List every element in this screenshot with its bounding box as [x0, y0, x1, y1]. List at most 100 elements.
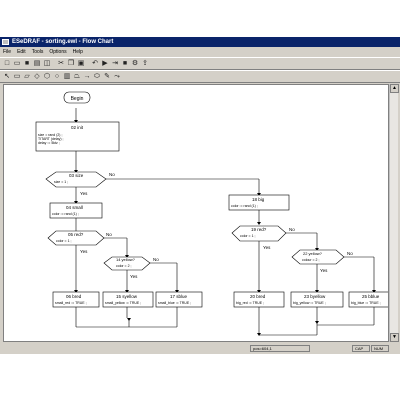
- undo-icon[interactable]: ↶: [91, 60, 99, 68]
- node-03-size[interactable]: 03 size size = 1 ;: [45, 171, 107, 188]
- arrow-icon[interactable]: →: [83, 73, 91, 81]
- step-icon[interactable]: ⇥: [111, 60, 119, 68]
- node-04-small[interactable]: 04 small color := rand (1) ;: [49, 202, 103, 219]
- node-code: size = 1 ;: [54, 180, 68, 184]
- no-label: No: [109, 172, 115, 177]
- flowchart-diagram: Begin 02 init size = rand (2) ; TITART (…: [35, 91, 389, 336]
- begin-terminal[interactable]: Begin: [63, 91, 91, 104]
- node-23-byellow[interactable]: 23 byellow big_yellow := TRUE ;: [290, 291, 344, 308]
- node-code: color := rand (1) ;: [231, 204, 258, 208]
- node-label: 20 bred: [250, 294, 266, 299]
- node-code: color = 1 ;: [240, 234, 255, 238]
- node-label: 22 yellow?: [303, 251, 323, 256]
- status-bar: pos=604,1 CAP NUM: [0, 344, 400, 353]
- scroll-up-icon[interactable]: ▲: [390, 84, 399, 93]
- node-17-sblue[interactable]: 17 sblue small_blue := TRUE ;: [155, 291, 203, 308]
- node-code: big_blue := TRUE ;: [351, 301, 381, 305]
- node-code: color := rand (1) ;: [52, 212, 79, 216]
- node-label: 02 init: [71, 125, 84, 130]
- node-code: color = 1 ;: [56, 239, 71, 243]
- shape-toolbar: ↖ ▭ ▱ ◇ ⬡ ○ ▥ ⏢ → ⬭ ✎ ⤳: [0, 70, 400, 83]
- node-code: small_blue := TRUE ;: [158, 301, 191, 305]
- run-icon[interactable]: ▶: [101, 60, 109, 68]
- end-icon[interactable]: ⬭: [93, 73, 101, 81]
- caps-indicator: CAP: [352, 345, 370, 352]
- scroll-down-icon[interactable]: ▼: [390, 333, 399, 342]
- node-label: 25 bblue: [362, 294, 380, 299]
- node-label: 06 bred: [66, 294, 82, 299]
- menu-tools[interactable]: Tools: [29, 47, 47, 57]
- node-code: big_yellow := TRUE ;: [293, 301, 326, 305]
- yes-label: Yes: [80, 249, 88, 254]
- yes-label: Yes: [80, 191, 88, 196]
- app-icon: [2, 39, 9, 45]
- menu-options[interactable]: Options: [46, 47, 69, 57]
- subroutine-icon[interactable]: ▥: [63, 73, 71, 81]
- node-label: 03 size: [69, 173, 84, 178]
- node-label: 17 sblue: [170, 294, 188, 299]
- node-05-red[interactable]: 05 red? color = 1 ;: [47, 230, 105, 246]
- node-18-big[interactable]: 18 big color := rand (1) ;: [228, 194, 290, 211]
- flowchart-canvas[interactable]: Begin 02 init size = rand (2) ; TITART (…: [3, 84, 389, 342]
- menu-help[interactable]: Help: [70, 47, 86, 57]
- window-title: ESeDRAF - sorting.ewl - Flow Chart: [12, 39, 114, 45]
- paste-icon[interactable]: ▣: [77, 60, 85, 68]
- node-label: 14 yellow?: [116, 257, 136, 262]
- cut-icon[interactable]: ✂: [57, 60, 65, 68]
- preview-icon[interactable]: ◫: [43, 60, 51, 68]
- connector-icon[interactable]: ○: [53, 73, 61, 81]
- node-label: 15 syellow: [116, 294, 138, 299]
- node-20-bred[interactable]: 20 bred big_red := TRUE ;: [233, 291, 285, 308]
- compile-icon[interactable]: ⚙: [131, 60, 139, 68]
- node-label: 18 big: [252, 197, 265, 202]
- loop-icon[interactable]: ⬡: [43, 73, 51, 81]
- copy-icon[interactable]: ❐: [67, 60, 75, 68]
- yes-label: Yes: [320, 268, 328, 273]
- node-25-bblue[interactable]: 25 bblue big_blue := TRUE ;: [348, 291, 389, 308]
- main-toolbar: □ ▭ ■ ▤ ◫ ✂ ❐ ▣ ↶ ▶ ⇥ ■ ⚙ ⇪: [0, 57, 400, 70]
- menu-file[interactable]: File: [0, 47, 14, 57]
- export-icon[interactable]: ⇪: [141, 60, 149, 68]
- output-icon[interactable]: ⏢: [73, 73, 81, 81]
- vertical-scrollbar[interactable]: ▲ ▼: [389, 84, 399, 342]
- menu-bar: File Edit Tools Options Help: [0, 47, 400, 57]
- title-bar: ESeDRAF - sorting.ewl - Flow Chart: [0, 37, 400, 47]
- yes-label: Yes: [130, 274, 138, 279]
- menu-edit[interactable]: Edit: [14, 47, 29, 57]
- print-icon[interactable]: ▤: [33, 60, 41, 68]
- process-icon[interactable]: ▭: [13, 73, 21, 81]
- node-06-bred[interactable]: 06 bred small_red := TRUE ;: [52, 291, 100, 308]
- no-label: No: [106, 232, 112, 237]
- application-window: ESeDRAF - sorting.ewl - Flow Chart File E…: [0, 37, 400, 354]
- node-19-red[interactable]: 19 red? color = 1 ;: [231, 225, 287, 242]
- node-14-yellow[interactable]: 14 yellow? color = 2 ;: [103, 256, 151, 271]
- node-code: small_red := TRUE ;: [55, 301, 87, 305]
- node-15-syellow[interactable]: 15 syellow small_yellow := TRUE ;: [102, 291, 154, 308]
- position-readout: pos=604,1: [250, 345, 310, 352]
- node-code: small_yellow := TRUE ;: [105, 301, 141, 305]
- no-label: No: [289, 227, 295, 232]
- node-label: 05 red?: [68, 232, 84, 237]
- no-label: No: [347, 251, 353, 256]
- node-label: 23 byellow: [304, 294, 326, 299]
- num-indicator: NUM: [371, 345, 389, 352]
- node-code: delay := 5ktz ;: [38, 141, 60, 145]
- pointer-icon[interactable]: ↖: [3, 73, 11, 81]
- new-icon[interactable]: □: [3, 60, 11, 68]
- node-02-init[interactable]: 02 init size = rand (2) ; TITART (delay)…: [35, 121, 120, 152]
- node-label: 04 small: [66, 205, 83, 210]
- comment-icon[interactable]: ✎: [103, 73, 111, 81]
- link-icon[interactable]: ⤳: [113, 73, 121, 81]
- node-label: 19 red?: [251, 227, 267, 232]
- save-icon[interactable]: ■: [23, 60, 31, 68]
- node-code: colour = 2 ;: [302, 258, 319, 262]
- node-code: big_red := TRUE ;: [236, 301, 264, 305]
- decision-icon[interactable]: ◇: [33, 73, 41, 81]
- stop-icon[interactable]: ■: [121, 60, 129, 68]
- node-22-yellow[interactable]: 22 yellow? colour = 2 ;: [291, 249, 345, 265]
- node-code: color = 2 ;: [116, 264, 131, 268]
- open-icon[interactable]: ▭: [13, 60, 21, 68]
- yes-label: Yes: [263, 245, 271, 250]
- no-label: No: [153, 257, 159, 262]
- input-icon[interactable]: ▱: [23, 73, 31, 81]
